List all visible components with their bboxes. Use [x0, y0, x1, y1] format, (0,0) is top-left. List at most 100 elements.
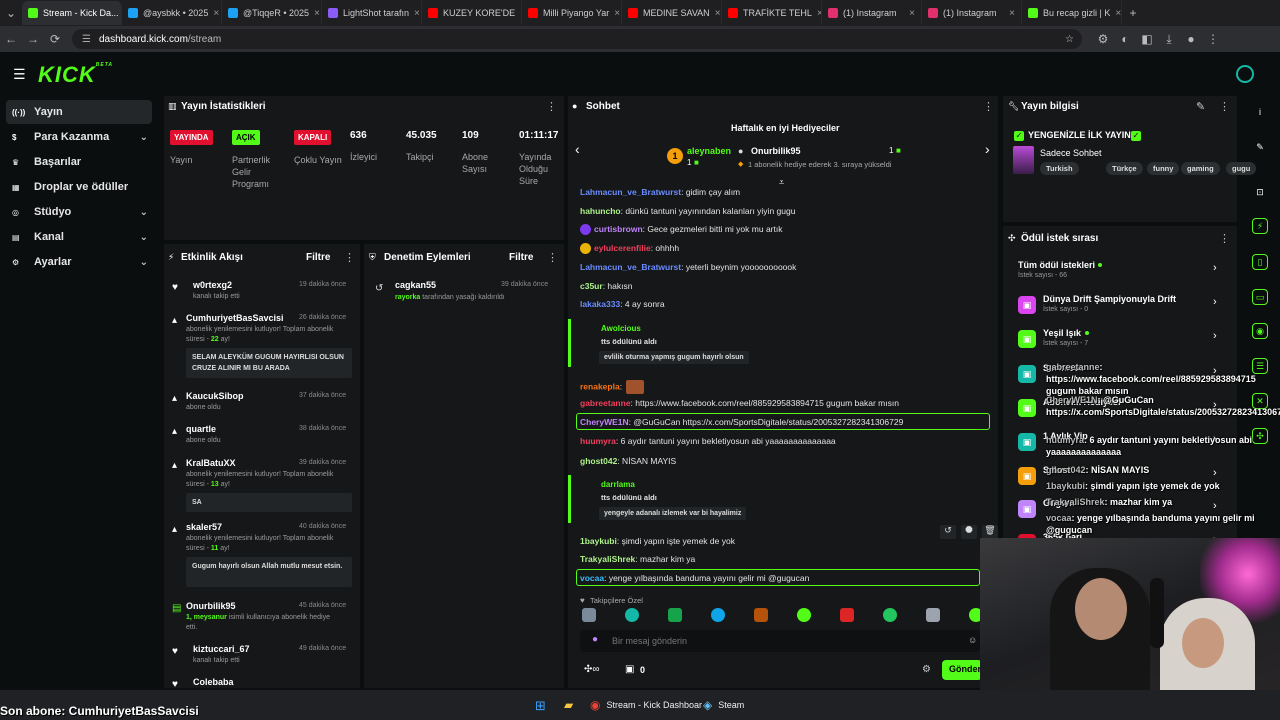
- chevron-down-icon[interactable]: ⌄: [140, 257, 148, 268]
- extension-icon[interactable]: ◐: [1114, 32, 1136, 46]
- stream-tag[interactable]: Türkçe: [1106, 162, 1143, 175]
- stats-menu-icon[interactable]: ⋮: [546, 100, 557, 113]
- stream-info-menu-icon[interactable]: ⋮: [1219, 100, 1230, 113]
- forward-icon[interactable]: →: [22, 32, 44, 46]
- chat-username[interactable]: c35ur: [580, 281, 603, 291]
- stream-tag[interactable]: gaming: [1181, 162, 1220, 175]
- chat-username[interactable]: Lahmacun_ve_Bratwurst: [580, 187, 681, 197]
- bolt-tool-icon[interactable]: ⚡: [1252, 218, 1268, 234]
- browser-tab[interactable]: MEDINE SAVAN ×: [622, 1, 722, 25]
- microphone-icon[interactable]: ●: [592, 634, 598, 645]
- chat-username[interactable]: lakaka333: [580, 299, 620, 309]
- tab-close-icon[interactable]: ×: [314, 8, 320, 19]
- browser-tab[interactable]: KUZEY KORE'DE×: [422, 1, 522, 25]
- chat-username[interactable]: renakepla: [580, 381, 620, 391]
- gifter-name-2[interactable]: Onurbilik95: [751, 146, 801, 156]
- downloads-icon[interactable]: ⤓: [1158, 32, 1180, 47]
- chevron-down-icon[interactable]: ⌄: [140, 232, 148, 243]
- chat-username[interactable]: Lahmacun_ve_Bratwurst: [580, 262, 681, 272]
- gift-box-icon[interactable]: ▣: [625, 664, 634, 675]
- activity-username[interactable]: quartle: [186, 424, 216, 434]
- emote-icon[interactable]: [668, 608, 682, 622]
- chat-username[interactable]: curtisbrown: [594, 224, 643, 234]
- profile-icon[interactable]: ●: [1180, 32, 1202, 46]
- browser-tab[interactable]: TRAFİKTE TEHL×: [722, 1, 822, 25]
- delete-icon[interactable]: 🗑︎: [982, 525, 998, 539]
- collapse-gifters-icon[interactable]: ⩡: [779, 177, 784, 188]
- browser-tab[interactable]: (1) Instagram ×: [822, 1, 922, 25]
- browser-tab[interactable]: Milli Piyango Yar ×: [522, 1, 622, 25]
- chevron-down-icon[interactable]: ⌄: [140, 132, 148, 143]
- back-icon[interactable]: ←: [0, 32, 22, 46]
- chat-username[interactable]: vocaa: [580, 573, 604, 583]
- bookmark-star-icon[interactable]: ☆: [1065, 34, 1074, 45]
- clipboard-icon[interactable]: ▯: [1252, 254, 1268, 270]
- tab-close-icon[interactable]: ×: [715, 8, 721, 19]
- stream-tag[interactable]: Turkish: [1040, 162, 1079, 175]
- chevron-right-icon[interactable]: ›: [1213, 330, 1217, 342]
- moderation-filter-button[interactable]: Filtre: [509, 252, 533, 263]
- activity-username[interactable]: w0rtexg2: [193, 280, 232, 290]
- chat-username[interactable]: huumyra: [580, 436, 616, 446]
- hamburger-menu-icon[interactable]: ☰: [13, 66, 26, 83]
- taskbar-item-chrome[interactable]: ◉ Stream - Kick Dashboar: [590, 694, 702, 716]
- next-gifter-icon[interactable]: ›: [985, 141, 990, 157]
- activity-menu-icon[interactable]: ⋮: [344, 251, 355, 264]
- tab-close-icon[interactable]: ×: [213, 8, 219, 19]
- activity-username[interactable]: KralBatuXX: [186, 458, 236, 468]
- emote-icon[interactable]: [711, 608, 725, 622]
- stream-category[interactable]: Sadece Sohbet: [1040, 148, 1102, 158]
- activity-filter-button[interactable]: Filtre: [306, 252, 330, 263]
- activity-username[interactable]: skaler57: [186, 522, 222, 532]
- prev-gifter-icon[interactable]: ‹: [575, 141, 580, 157]
- extension-icon[interactable]: ◧: [1136, 32, 1158, 46]
- browser-menu-icon[interactable]: ⋮: [1202, 32, 1224, 46]
- activity-username[interactable]: CumhuriyetBasSavcisi: [186, 313, 284, 323]
- taskbar-item-steam[interactable]: ◈ Steam: [703, 694, 744, 716]
- activity-username[interactable]: KaucukSibop: [186, 391, 244, 401]
- broadcast-icon[interactable]: ◉: [1252, 323, 1268, 339]
- sidebar-item-3[interactable]: ▦ Droplar ve ödüller: [6, 175, 152, 199]
- chat-username[interactable]: Awolcious: [601, 324, 641, 333]
- reload-icon[interactable]: ⟳: [44, 32, 66, 46]
- send-button[interactable]: Gönder: [942, 660, 982, 680]
- user-avatar[interactable]: [1236, 65, 1254, 83]
- browser-tab[interactable]: Bu recap gizli | K ×: [1022, 1, 1122, 25]
- chevron-down-icon[interactable]: ⌄: [140, 207, 148, 218]
- focus-icon[interactable]: ⊡: [1252, 184, 1268, 200]
- activity-gift-recipient[interactable]: meysanur: [194, 614, 227, 621]
- browser-tab[interactable]: @TiqqeR • 2025 ×: [222, 1, 322, 25]
- chat-username[interactable]: TrakyaliShrek: [580, 554, 635, 564]
- emote-icon[interactable]: [797, 608, 811, 622]
- chat-username[interactable]: eylulcerenfilie: [594, 243, 651, 253]
- points-icon[interactable]: ✣∞: [584, 664, 600, 675]
- reward-title[interactable]: Tüm ödül istekleri: [1018, 260, 1095, 270]
- emote-icon[interactable]: [926, 608, 940, 622]
- chat-username[interactable]: gabreetanne: [580, 398, 631, 408]
- url-field[interactable]: ☰ dashboard.kick.com/stream ☆: [72, 29, 1082, 49]
- emote-icon[interactable]: [625, 608, 639, 622]
- chat-username[interactable]: 1baykubi: [580, 536, 617, 546]
- chat-username[interactable]: ghost042: [580, 456, 617, 466]
- chat-settings-icon[interactable]: ⚙: [922, 664, 931, 675]
- sidebar-item-4[interactable]: ◎ Stüdyo ⌄: [6, 200, 152, 224]
- site-info-icon[interactable]: ☰: [82, 34, 91, 45]
- emoji-icon[interactable]: ☺: [968, 635, 977, 645]
- chevron-right-icon[interactable]: ›: [1213, 296, 1217, 308]
- chat-username[interactable]: darrlama: [601, 480, 635, 489]
- pin-icon[interactable]: ⯃: [961, 525, 977, 539]
- reply-icon[interactable]: ↺: [940, 525, 956, 539]
- edit-icon[interactable]: ✎: [1196, 100, 1205, 113]
- info-icon[interactable]: i: [1252, 104, 1268, 120]
- emote-icon[interactable]: [582, 608, 596, 622]
- stream-tag[interactable]: funny: [1147, 162, 1180, 175]
- chat-username[interactable]: hahuncho: [580, 206, 621, 216]
- kick-logo[interactable]: KICKBETA: [38, 62, 113, 88]
- reward-title[interactable]: Dünya Drift Şampiyonuyla Drift: [1043, 294, 1176, 304]
- tab-close-icon[interactable]: ×: [909, 8, 915, 19]
- chat-menu-icon[interactable]: ⋮: [983, 100, 994, 113]
- windows-start-icon[interactable]: ⊞: [535, 698, 546, 714]
- sidebar-item-2[interactable]: ♛ Başarılar: [6, 150, 152, 174]
- emote-icon[interactable]: [754, 608, 768, 622]
- rewards-menu-icon[interactable]: ⋮: [1219, 232, 1230, 245]
